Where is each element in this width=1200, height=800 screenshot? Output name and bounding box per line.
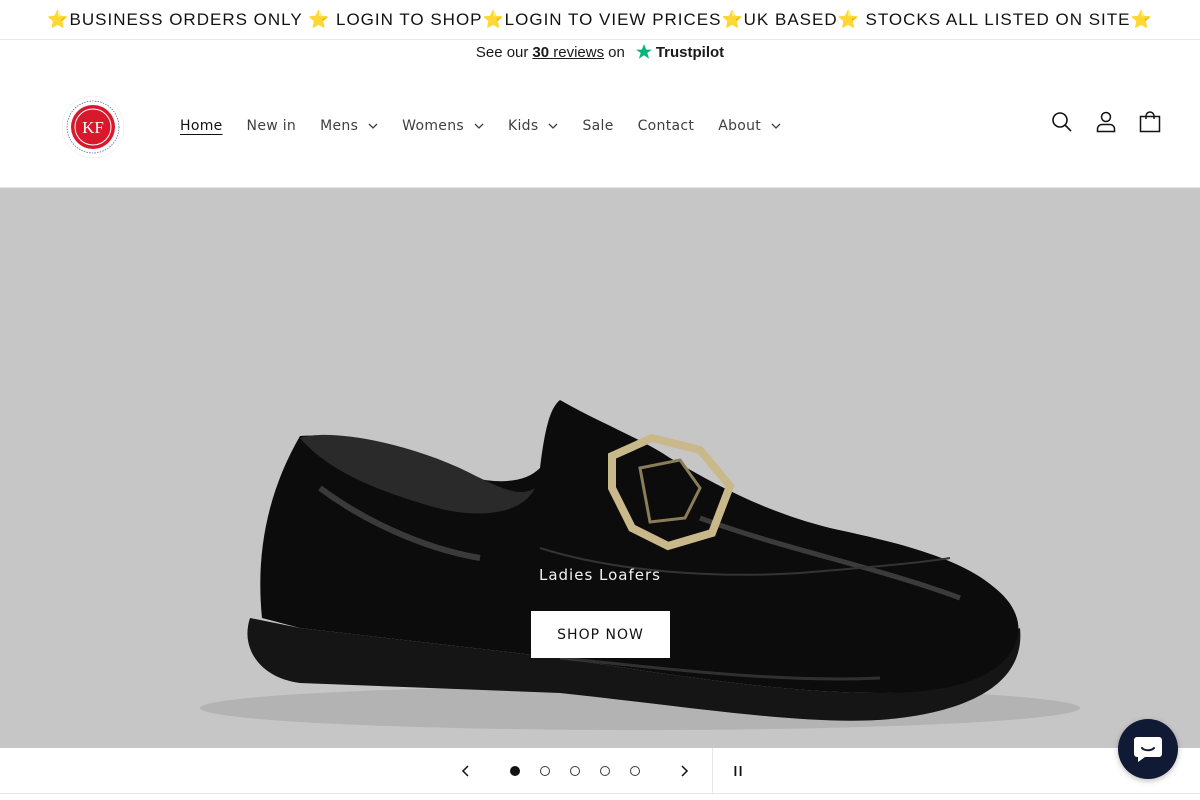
nav-item-womens[interactable]: Womens xyxy=(390,114,496,138)
chevron-down-icon xyxy=(368,123,378,129)
slide-dots xyxy=(505,761,655,781)
trustpilot-prefix: See our xyxy=(475,43,529,61)
controls-divider xyxy=(712,748,713,794)
nav-item-mens[interactable]: Mens xyxy=(308,114,390,138)
previous-arrow-icon[interactable] xyxy=(457,762,475,780)
trustpilot-widget[interactable]: See our 30 reviews on Trustpilot xyxy=(0,40,1200,64)
nav-item-sale[interactable]: Sale xyxy=(570,114,625,138)
trustpilot-suffix: on xyxy=(608,43,625,61)
nav-label: New in xyxy=(246,118,297,134)
kf-logo-icon: KF xyxy=(61,95,125,159)
trustpilot-review-count: 30 xyxy=(532,43,550,61)
cart-icon[interactable] xyxy=(1138,110,1162,134)
pause-icon[interactable] xyxy=(728,761,748,781)
chevron-down-icon xyxy=(548,123,558,129)
slide-dot[interactable] xyxy=(535,761,555,781)
nav-item-contact[interactable]: Contact xyxy=(626,114,707,138)
slide-dot[interactable] xyxy=(505,761,525,781)
hero-slideshow: Ladies Loafers SHOP NOW xyxy=(0,188,1200,748)
hero-product-image xyxy=(0,188,1200,748)
nav-label: Mens xyxy=(320,118,359,134)
chevron-down-icon xyxy=(474,123,484,129)
nav-label: Contact xyxy=(637,118,695,134)
nav-label: Kids xyxy=(507,118,539,134)
slideshow-controls xyxy=(0,748,1200,794)
header-icons xyxy=(1050,110,1162,134)
slide-dot[interactable] xyxy=(565,761,585,781)
nav-label: About xyxy=(718,118,762,134)
trustpilot-brand: Trustpilot xyxy=(655,43,725,61)
nav-label: Sale xyxy=(582,118,614,134)
trustpilot-reviews-link[interactable]: 30 reviews xyxy=(532,44,604,61)
slide-dot[interactable] xyxy=(595,761,615,781)
next-arrow-icon[interactable] xyxy=(675,762,693,780)
trustpilot-logo[interactable]: Trustpilot xyxy=(635,43,724,61)
site-logo[interactable]: KF xyxy=(60,94,126,160)
announcement-text: ⭐BUSINESS ORDERS ONLY ⭐ LOGIN TO SHOP⭐LO… xyxy=(47,9,1153,29)
chat-button[interactable] xyxy=(1118,719,1178,779)
hero-caption: Ladies Loafers xyxy=(538,566,661,584)
search-icon[interactable] xyxy=(1050,110,1074,134)
nav-label: Womens xyxy=(402,118,464,134)
svg-text:KF: KF xyxy=(82,118,104,137)
nav-label: Home xyxy=(180,118,223,134)
nav-item-new-in[interactable]: New in xyxy=(235,114,309,138)
trustpilot-reviews-label: reviews xyxy=(553,43,605,61)
chat-bubble-icon xyxy=(1134,737,1162,762)
shop-now-button[interactable]: SHOP NOW xyxy=(531,611,670,658)
nav-item-kids[interactable]: Kids xyxy=(496,114,570,138)
trustpilot-star-icon xyxy=(635,44,652,59)
main-nav: Home New in Mens Womens Kids Sale Contac… xyxy=(168,114,793,138)
site-header: KF Home New in Mens Womens Kids Sale Con… xyxy=(0,64,1200,188)
nav-item-home[interactable]: Home xyxy=(168,114,235,138)
announcement-bar: ⭐BUSINESS ORDERS ONLY ⭐ LOGIN TO SHOP⭐LO… xyxy=(0,0,1200,40)
account-icon[interactable] xyxy=(1094,110,1118,134)
chevron-down-icon xyxy=(771,123,781,129)
slide-dot[interactable] xyxy=(625,761,645,781)
nav-item-about[interactable]: About xyxy=(706,114,793,138)
